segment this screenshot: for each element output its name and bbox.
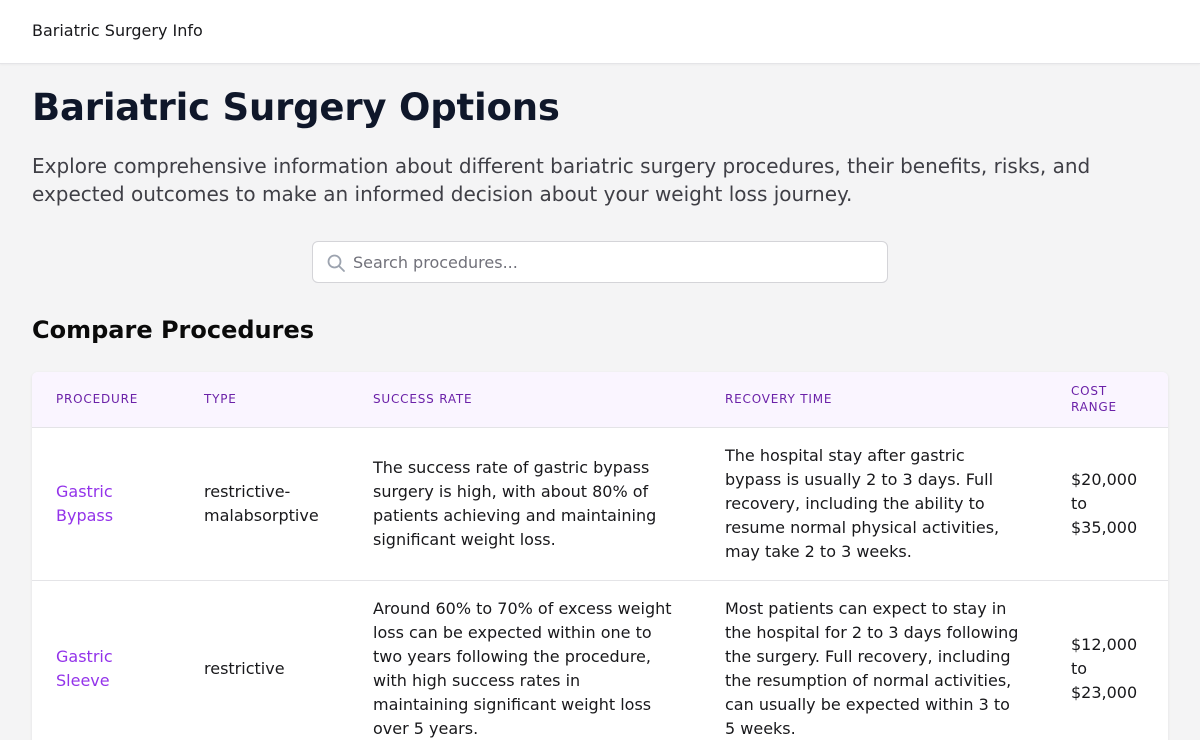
page-title: Bariatric Surgery Options <box>32 86 560 129</box>
recovery-time-text: Most patients can expect to stay in the … <box>725 598 1019 738</box>
column-header-procedure[interactable]: Procedure <box>32 372 180 427</box>
column-header-success-rate[interactable]: Success Rate <box>349 372 701 427</box>
column-header-recovery-time[interactable]: Recovery Time <box>701 372 1047 427</box>
column-header-cost-range[interactable]: Cost Range <box>1047 372 1168 427</box>
procedure-type: restrictive-malabsorptive <box>204 481 319 525</box>
procedure-name-link[interactable]: Gastric Bypass <box>32 427 180 580</box>
search-icon <box>327 254 345 272</box>
recovery-time-text: The hospital stay after gastric bypass i… <box>725 445 1000 561</box>
table-row[interactable]: Gastric Sleeve restrictive Around 60% to… <box>32 580 1168 740</box>
intro-text: Explore comprehensive information about … <box>32 154 1091 206</box>
procedures-table: Procedure Type Success Rate Recovery Tim… <box>32 372 1168 740</box>
procedures-table-card: Procedure Type Success Rate Recovery Tim… <box>32 372 1168 740</box>
top-nav-bar: Bariatric Surgery Info <box>0 0 1200 64</box>
success-rate-text: Around 60% to 70% of excess weight loss … <box>373 598 672 738</box>
success-rate-text: The success rate of gastric bypass surge… <box>373 457 657 549</box>
column-header-type[interactable]: Type <box>180 372 349 427</box>
procedure-type: restrictive <box>204 658 285 678</box>
procedure-name-link[interactable]: Gastric Sleeve <box>32 580 180 740</box>
compare-procedures-heading: Compare Procedures <box>32 316 315 344</box>
search-input[interactable] <box>353 242 873 282</box>
search-box[interactable] <box>312 241 888 283</box>
brand-link[interactable]: Bariatric Surgery Info <box>32 21 203 40</box>
cost-range-text: $12,000 to $23,000 <box>1071 634 1138 702</box>
table-header-row: Procedure Type Success Rate Recovery Tim… <box>32 372 1168 427</box>
table-row[interactable]: Gastric Bypass restrictive-malabsorptive… <box>32 427 1168 580</box>
cost-range-text: $20,000 to $35,000 <box>1071 469 1138 537</box>
